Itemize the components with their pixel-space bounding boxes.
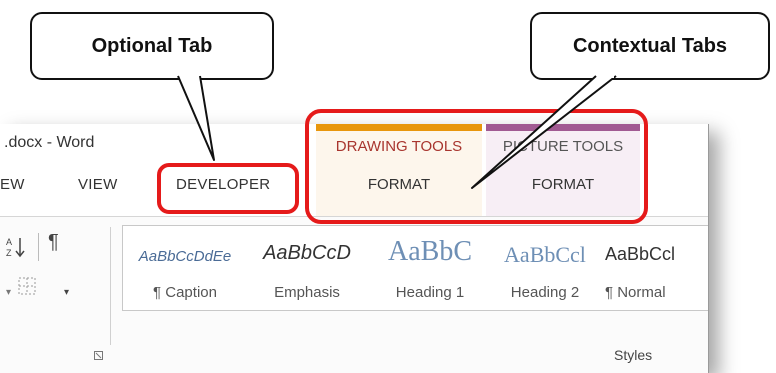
svg-text:A: A <box>6 237 12 247</box>
dialog-launcher-icon[interactable] <box>94 351 103 360</box>
callout-optional-tab-label: Optional Tab <box>91 34 213 57</box>
style-sample: AaBbCcD <box>263 242 351 264</box>
style-name: Emphasis <box>274 284 340 301</box>
contextual-tabs-highlight <box>305 109 648 224</box>
style-sample: AaBbCcl <box>504 242 586 267</box>
developer-tab-highlight <box>157 163 299 214</box>
style-heading-2[interactable]: AaBbCcl Heading 2 <box>491 226 599 310</box>
style-caption[interactable]: AaBbCcDdEe ¶ Caption <box>127 226 243 310</box>
ribbon-body: A Z ¶ ▾ ▾ AaBbCcDdEe ¶ Caption AaBbCcD E… <box>0 216 708 373</box>
borders-icon[interactable] <box>18 277 36 295</box>
svg-text:Z: Z <box>6 248 12 258</box>
style-heading-1[interactable]: AaBbC Heading 1 <box>371 226 489 310</box>
style-emphasis[interactable]: AaBbCcD Emphasis <box>245 226 369 310</box>
window-title: .docx - Word <box>4 134 95 151</box>
style-sample: AaBbCcl <box>605 244 676 264</box>
styles-group-label: Styles <box>614 347 653 363</box>
group-separator <box>110 227 111 345</box>
sort-az-icon[interactable]: A Z <box>6 235 26 259</box>
ribbon-separator <box>38 233 39 261</box>
style-sample: AaBbCcDdEe <box>138 248 232 265</box>
style-name: Heading 1 <box>395 284 465 301</box>
shading-dropdown-icon[interactable]: ▾ <box>6 287 11 298</box>
style-sample: AaBbC <box>388 236 472 267</box>
borders-dropdown-icon[interactable]: ▾ <box>64 287 69 298</box>
callout-contextual-tabs: Contextual Tabs <box>530 12 770 80</box>
style-name: Heading 2 <box>510 284 580 301</box>
callout-optional-tab: Optional Tab <box>30 12 274 80</box>
style-normal[interactable]: AaBbCcl ¶ Normal <box>601 226 708 310</box>
callout-contextual-tabs-label: Contextual Tabs <box>572 34 728 57</box>
tab-view[interactable]: VIEW <box>78 176 118 193</box>
styles-gallery: AaBbCcDdEe ¶ Caption AaBbCcD Emphasis Aa… <box>122 225 708 311</box>
style-name: ¶ Caption <box>153 284 217 301</box>
style-name: ¶ Normal <box>605 284 666 301</box>
tab-review[interactable]: EW <box>0 176 25 193</box>
show-hide-pilcrow-icon[interactable]: ¶ <box>48 231 59 254</box>
